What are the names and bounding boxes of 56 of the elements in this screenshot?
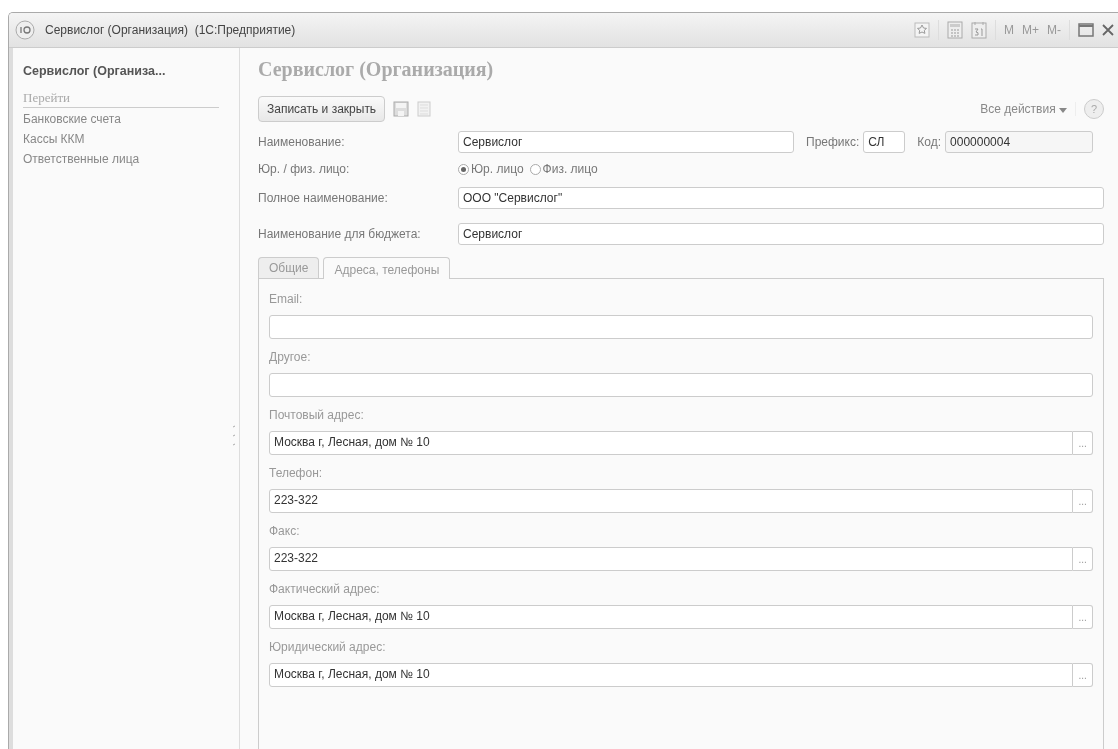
app-logo-icon bbox=[15, 20, 35, 40]
memory-tool[interactable]: M+ bbox=[1022, 23, 1039, 37]
favorite-icon[interactable] bbox=[914, 22, 930, 38]
sidebar-link[interactable]: Банковские счета bbox=[23, 110, 239, 128]
field-label: Юр. / физ. лицо: bbox=[258, 162, 351, 176]
text-field[interactable]: Москва г, Лесная, дом № 10 bbox=[269, 431, 1074, 455]
tab[interactable]: Адреса, телефоны bbox=[323, 257, 451, 279]
form-title: Сервислог (Организация) bbox=[258, 58, 495, 83]
budget-name-field[interactable]: Сервислог bbox=[458, 223, 1104, 245]
document-icon[interactable] bbox=[417, 101, 432, 117]
prefix-field[interactable]: СЛ bbox=[863, 131, 906, 153]
save-and-close-button[interactable]: Записать и закрыть bbox=[258, 96, 386, 122]
memory-tool[interactable]: M bbox=[1004, 23, 1014, 37]
code-field[interactable]: 000000004 bbox=[945, 131, 1094, 153]
field-label: Почтовый адрес: bbox=[269, 407, 365, 424]
name-field[interactable]: Сервислог bbox=[458, 131, 794, 153]
window-title: Сервислог (Организация) (1С:Предприятие) bbox=[45, 23, 296, 37]
field-label: Наименование для бюджета: bbox=[258, 227, 422, 241]
calendar-icon[interactable] bbox=[971, 21, 987, 39]
help-button[interactable]: ? bbox=[1084, 99, 1104, 119]
field-label: Код: bbox=[917, 135, 942, 149]
sidebar-title: Сервислог (Организа... bbox=[23, 64, 167, 78]
caret-icon bbox=[1059, 108, 1067, 113]
field-label: Юридический адрес: bbox=[269, 639, 387, 656]
text-field[interactable] bbox=[269, 315, 1093, 339]
choose-button[interactable]: ... bbox=[1073, 605, 1093, 629]
field-label: Телефон: bbox=[269, 465, 324, 482]
field-label: Фактический адрес: bbox=[269, 581, 381, 598]
calculator-icon[interactable] bbox=[947, 21, 963, 39]
maximize-icon[interactable] bbox=[1078, 23, 1094, 37]
sidebar-link[interactable]: Ответственные лица bbox=[23, 150, 239, 168]
sidebar-section-heading: Перейти bbox=[23, 90, 219, 108]
text-field[interactable]: Москва г, Лесная, дом № 10 bbox=[269, 605, 1074, 629]
memory-tool[interactable]: M- bbox=[1047, 23, 1061, 37]
close-icon[interactable] bbox=[1102, 24, 1114, 36]
field-label: Полное наименование: bbox=[258, 191, 389, 205]
text-field[interactable]: 223-322 bbox=[269, 547, 1074, 571]
choose-button[interactable]: ... bbox=[1073, 489, 1093, 513]
field-label: Префикс: bbox=[806, 135, 860, 149]
text-field[interactable]: 223-322 bbox=[269, 489, 1074, 513]
text-field[interactable]: Москва г, Лесная, дом № 10 bbox=[269, 663, 1074, 687]
radio-option[interactable]: Физ. лицо bbox=[529, 162, 598, 176]
sidebar-link[interactable]: Кассы ККМ bbox=[23, 130, 239, 148]
tab[interactable]: Общие bbox=[258, 257, 320, 278]
field-label: Наименование: bbox=[258, 135, 346, 149]
choose-button[interactable]: ... bbox=[1073, 663, 1093, 687]
radio-option[interactable]: Юр. лицо bbox=[458, 162, 524, 176]
choose-button[interactable]: ... bbox=[1073, 431, 1093, 455]
all-actions-menu[interactable]: Все действия bbox=[980, 102, 1076, 116]
field-label: Факс: bbox=[269, 523, 301, 540]
save-icon[interactable] bbox=[393, 101, 410, 117]
field-label: Другое: bbox=[269, 349, 312, 366]
choose-button[interactable]: ... bbox=[1073, 547, 1093, 571]
text-field[interactable] bbox=[269, 373, 1093, 397]
field-label: Email: bbox=[269, 291, 304, 308]
full-name-field[interactable]: ООО "Сервислог" bbox=[458, 187, 1104, 209]
